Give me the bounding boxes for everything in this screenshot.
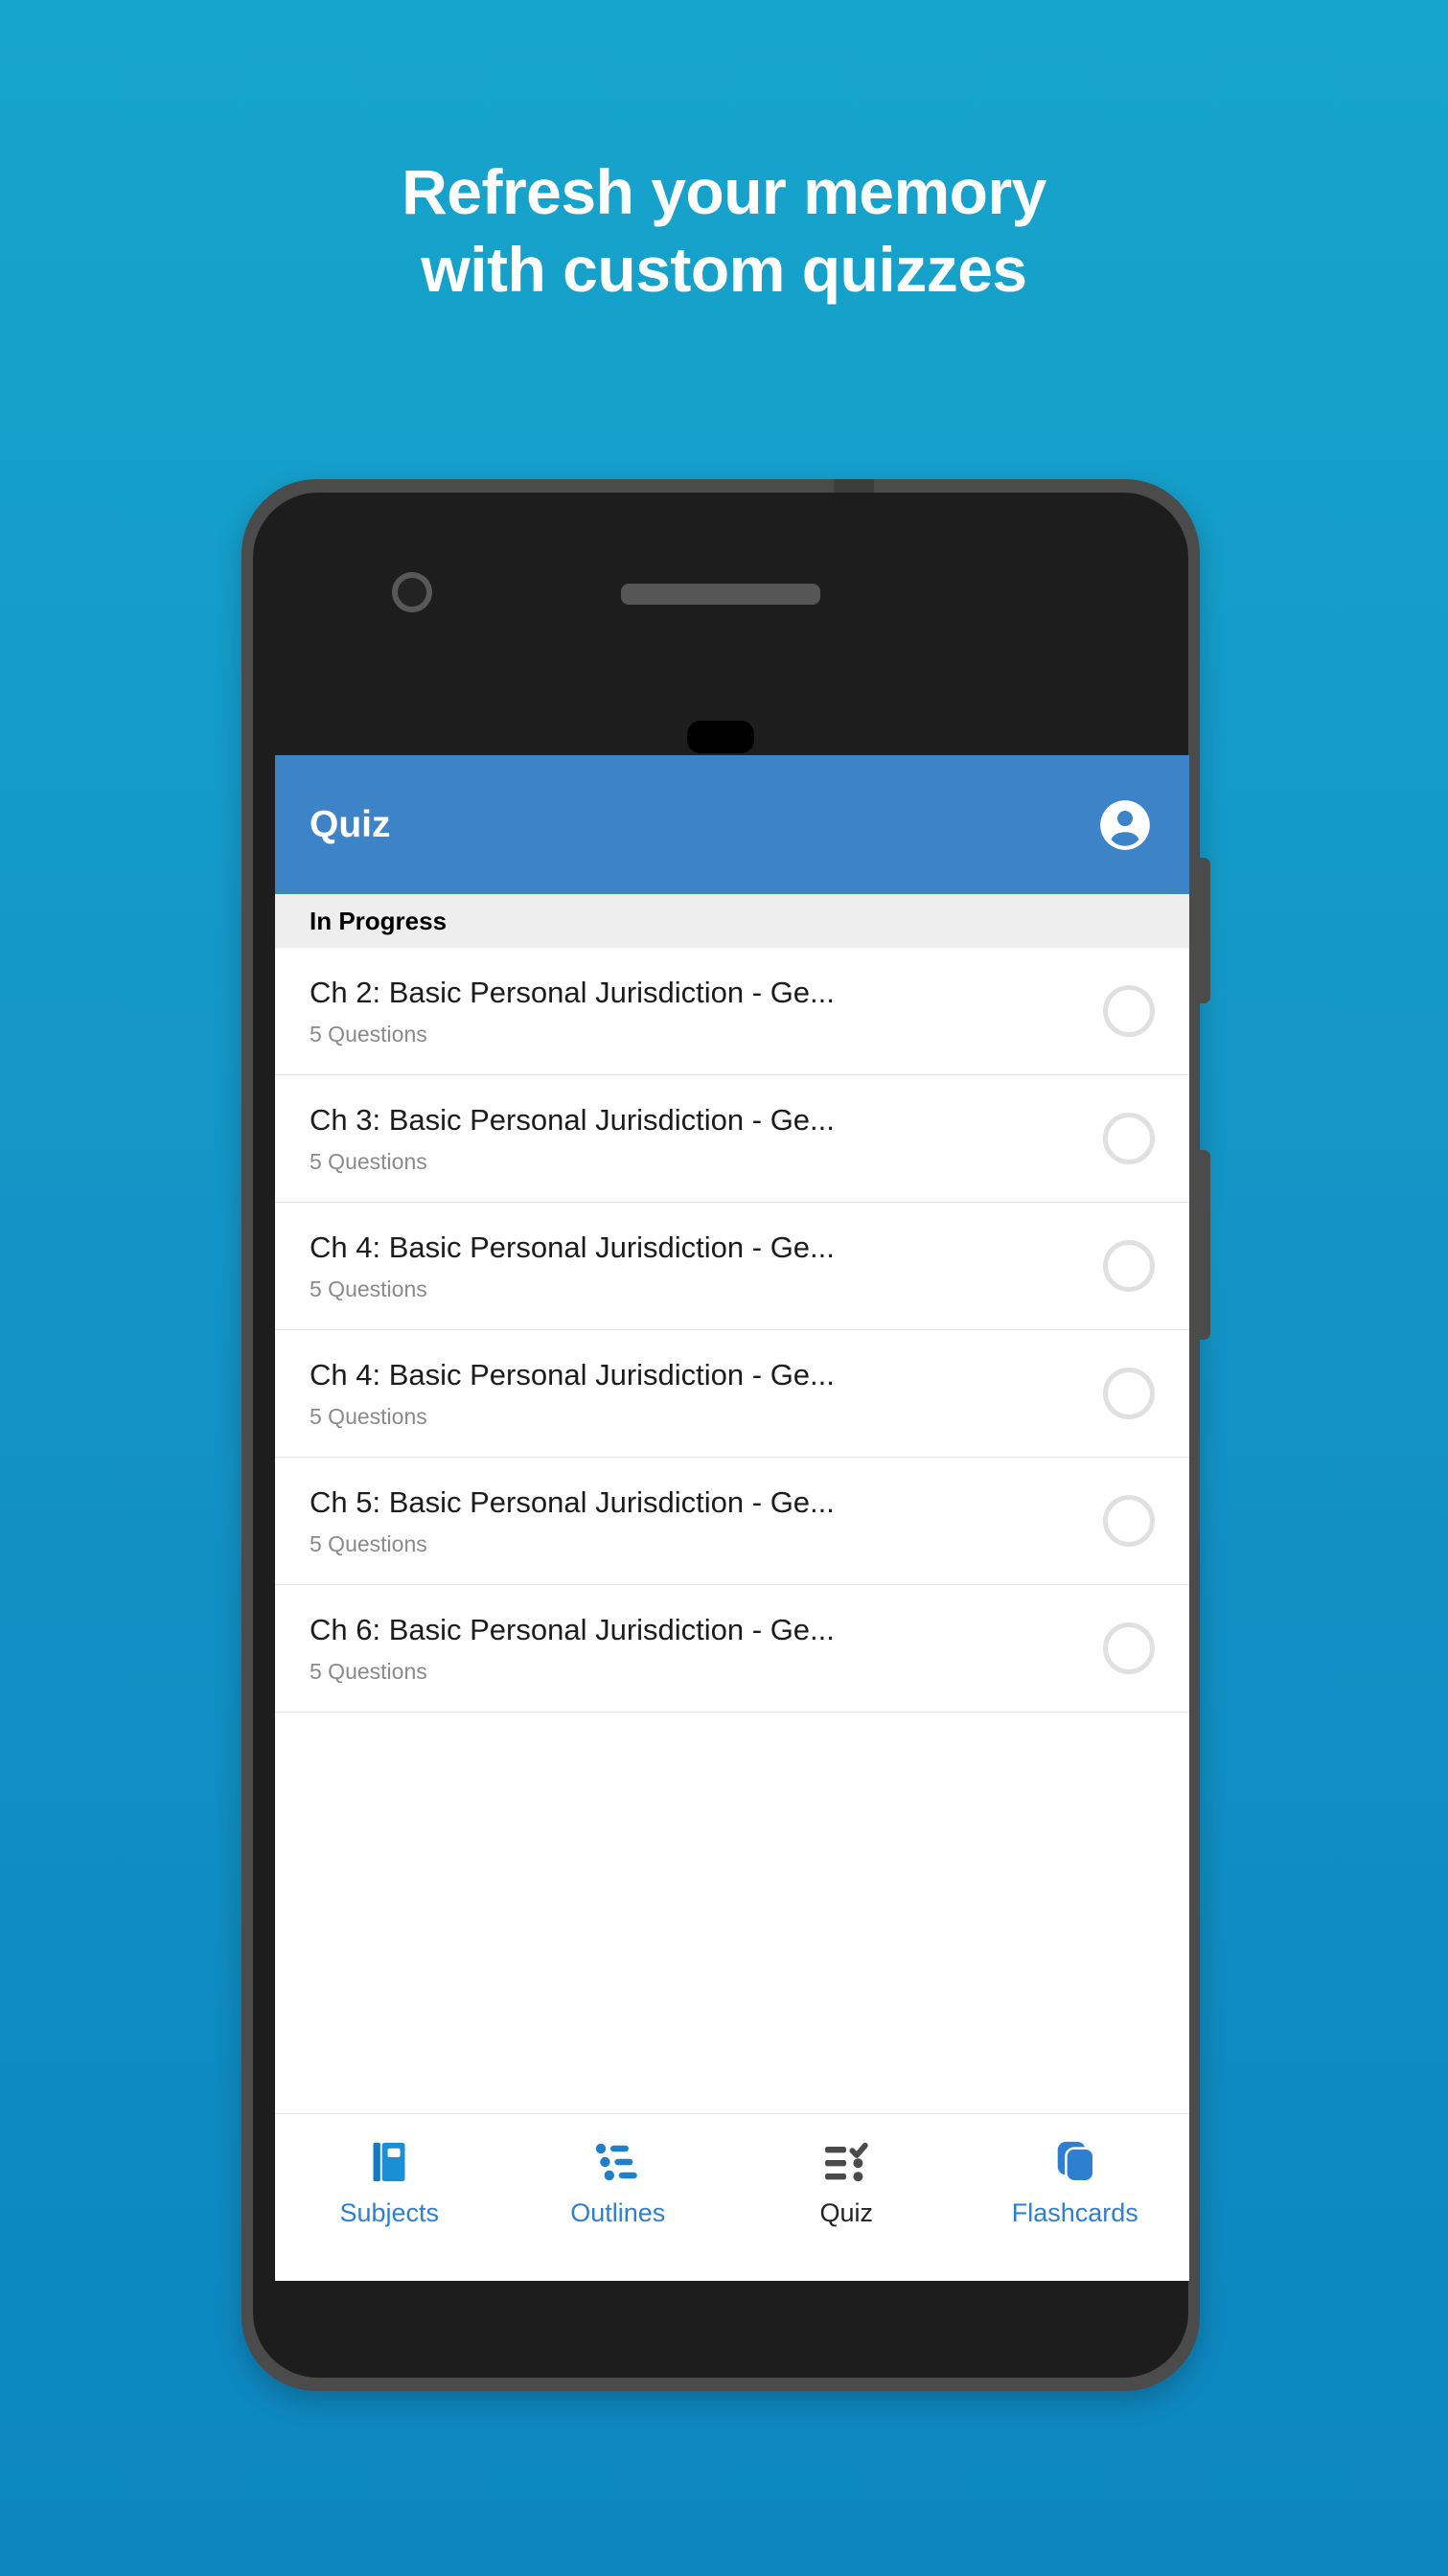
front-camera-icon <box>392 572 432 612</box>
nav-tab-subjects[interactable]: Subjects <box>275 2137 504 2228</box>
app-bar: Quiz <box>275 755 1189 894</box>
quiz-item-text: Ch 6: Basic Personal Jurisdiction - Ge..… <box>310 1612 1084 1684</box>
cards-stack-icon <box>1052 2137 1098 2187</box>
outline-list-icon <box>593 2137 643 2187</box>
volume-button[interactable] <box>1197 858 1210 1003</box>
quiz-list-item[interactable]: Ch 2: Basic Personal Jurisdiction - Ge..… <box>275 948 1189 1075</box>
quiz-item-title: Ch 3: Basic Personal Jurisdiction - Ge..… <box>310 1103 835 1138</box>
quiz-item-subtitle: 5 Questions <box>310 1148 427 1174</box>
account-circle-icon[interactable] <box>1095 795 1155 855</box>
quiz-item-title: Ch 4: Basic Personal Jurisdiction - Ge..… <box>310 1358 835 1392</box>
quiz-item-title: Ch 2: Basic Personal Jurisdiction - Ge..… <box>310 976 835 1010</box>
quiz-status-circle-icon[interactable] <box>1103 1622 1155 1674</box>
quiz-list-item[interactable]: Ch 4: Basic Personal Jurisdiction - Ge..… <box>275 1203 1189 1330</box>
power-button[interactable] <box>1197 1150 1210 1340</box>
headline-line-1: Refresh your memory <box>402 156 1046 227</box>
nav-tab-label: Quiz <box>819 2198 874 2227</box>
quiz-item-subtitle: 5 Questions <box>310 1276 427 1301</box>
phone-body: Quiz In Progress Ch 2: Basic Personal Ju… <box>253 493 1189 2378</box>
section-header-label: In Progress <box>310 906 448 935</box>
checklist-icon <box>821 2137 871 2187</box>
quiz-item-text: Ch 5: Basic Personal Jurisdiction - Ge..… <box>310 1484 1084 1556</box>
quiz-status-circle-icon[interactable] <box>1103 1240 1155 1292</box>
quiz-item-subtitle: 5 Questions <box>310 1021 427 1046</box>
promo-screenshot: Refresh your memory with custom quizzes … <box>0 0 1448 2576</box>
sensor-cutout <box>687 721 754 753</box>
nav-tab-flashcards[interactable]: Flashcards <box>961 2137 1190 2228</box>
quiz-item-title: Ch 4: Basic Personal Jurisdiction - Ge..… <box>310 1230 835 1265</box>
quiz-list: Ch 2: Basic Personal Jurisdiction - Ge..… <box>275 948 1189 2113</box>
quiz-status-circle-icon[interactable] <box>1103 1113 1155 1164</box>
headline-line-2: with custom quizzes <box>421 233 1027 305</box>
quiz-item-title: Ch 6: Basic Personal Jurisdiction - Ge..… <box>310 1613 835 1647</box>
book-icon <box>368 2137 410 2187</box>
quiz-status-circle-icon[interactable] <box>1103 985 1155 1037</box>
quiz-list-item[interactable]: Ch 3: Basic Personal Jurisdiction - Ge..… <box>275 1075 1189 1203</box>
bottom-navigation: Subjects Outlines Quiz Flashcards <box>275 2113 1189 2281</box>
page-title: Quiz <box>310 803 391 845</box>
quiz-item-text: Ch 4: Basic Personal Jurisdiction - Ge..… <box>310 1230 1084 1301</box>
quiz-item-subtitle: 5 Questions <box>310 1530 427 1556</box>
quiz-list-item[interactable]: Ch 6: Basic Personal Jurisdiction - Ge..… <box>275 1585 1189 1713</box>
nav-tab-outlines[interactable]: Outlines <box>504 2137 733 2228</box>
nav-tab-label: Outlines <box>570 2198 666 2227</box>
phone-screen: Quiz In Progress Ch 2: Basic Personal Ju… <box>275 755 1189 2281</box>
quiz-list-item[interactable]: Ch 4: Basic Personal Jurisdiction - Ge..… <box>275 1330 1189 1458</box>
quiz-item-text: Ch 4: Basic Personal Jurisdiction - Ge..… <box>310 1357 1084 1429</box>
quiz-status-circle-icon[interactable] <box>1103 1495 1155 1547</box>
promo-headline: Refresh your memory with custom quizzes <box>0 153 1448 308</box>
earpiece-speaker <box>621 584 820 605</box>
quiz-item-text: Ch 2: Basic Personal Jurisdiction - Ge..… <box>310 975 1084 1046</box>
quiz-item-subtitle: 5 Questions <box>310 1658 427 1684</box>
nav-tab-label: Flashcards <box>1011 2198 1138 2227</box>
quiz-item-subtitle: 5 Questions <box>310 1403 427 1429</box>
quiz-item-title: Ch 5: Basic Personal Jurisdiction - Ge..… <box>310 1485 835 1520</box>
section-header-in-progress: In Progress <box>275 894 1189 948</box>
quiz-status-circle-icon[interactable] <box>1103 1368 1155 1419</box>
quiz-list-item[interactable]: Ch 5: Basic Personal Jurisdiction - Ge..… <box>275 1458 1189 1585</box>
nav-tab-quiz[interactable]: Quiz <box>732 2137 961 2228</box>
nav-tab-label: Subjects <box>339 2198 440 2227</box>
phone-mockup: Quiz In Progress Ch 2: Basic Personal Ju… <box>241 479 1210 2391</box>
quiz-item-text: Ch 3: Basic Personal Jurisdiction - Ge..… <box>310 1102 1084 1174</box>
